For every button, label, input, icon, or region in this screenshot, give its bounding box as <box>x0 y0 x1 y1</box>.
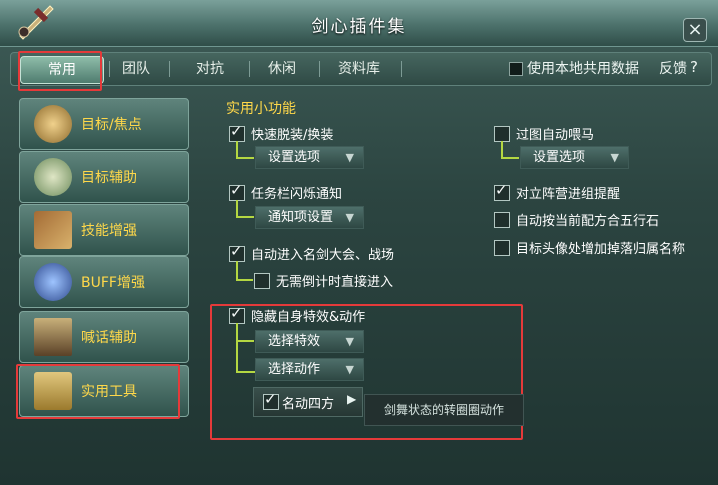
tooltip: 剑舞状态的转圈圈动作 <box>364 394 524 426</box>
tab-team[interactable]: 团队 <box>113 59 159 79</box>
skill-book-icon <box>34 211 72 249</box>
auto-combine-checkbox[interactable] <box>494 211 510 228</box>
section-title: 实用小功能 <box>226 101 296 117</box>
helper-character-icon <box>34 158 72 196</box>
auto-feed-checkbox[interactable] <box>494 125 510 142</box>
quick-swap-checkbox[interactable] <box>229 122 245 142</box>
hide-effects-checkbox[interactable] <box>229 304 245 324</box>
submenu-item-label: 名动四方 <box>282 397 335 412</box>
chevron-down-icon: ▼ <box>345 151 354 164</box>
notify-settings-dropdown[interactable]: 通知项设置 ▼ <box>255 206 364 229</box>
pvp-team-remind-option[interactable]: 对立阵营进组提醒 <box>494 181 620 202</box>
buff-character-icon <box>34 263 72 301</box>
chevron-right-icon: ▶ <box>347 392 357 406</box>
taskbar-flash-checkbox[interactable] <box>229 181 245 201</box>
tab-database[interactable]: 资料库 <box>327 59 391 79</box>
sidebar-item-label: BUFF增强 <box>81 275 145 291</box>
pvp-team-remind-checkbox[interactable] <box>494 181 510 201</box>
plugin-window: 剑心插件集 × 常用 团队 对抗 休闲 资料库 使用本地共用数据 反馈 ? 目标… <box>0 0 718 485</box>
window-title: 剑心插件集 <box>311 17 407 37</box>
sidebar-item-label: 目标/焦点 <box>81 117 142 133</box>
chevron-down-icon: ▼ <box>610 151 619 164</box>
highlight-tab-common <box>18 51 102 91</box>
gate-icon <box>34 318 72 356</box>
auto-enter-option[interactable]: 自动进入名剑大会、战场 <box>229 242 394 263</box>
sidebar-item-target-assist[interactable]: 目标辅助 <box>19 151 189 203</box>
title-bar[interactable]: 剑心插件集 × <box>0 0 718 47</box>
close-icon[interactable]: × <box>683 18 707 42</box>
feedback-link[interactable]: 反馈 <box>659 58 687 78</box>
sidebar-item-shout[interactable]: 喊话辅助 <box>19 311 189 363</box>
sidebar-item-target-focus[interactable]: 目标/焦点 <box>19 98 189 150</box>
chevron-down-icon: ▼ <box>345 363 354 376</box>
sidebar-item-label: 技能增强 <box>81 223 137 239</box>
select-effect-dropdown[interactable]: 选择特效 ▼ <box>255 330 364 353</box>
sidebar-item-buff[interactable]: BUFF增强 <box>19 256 189 308</box>
tab-pvp[interactable]: 对抗 <box>183 59 237 79</box>
select-action-dropdown[interactable]: 选择动作 ▼ <box>255 358 364 381</box>
help-icon[interactable]: ? <box>690 58 698 76</box>
action-submenu-item[interactable]: 名动四方 ▶ <box>253 387 363 417</box>
no-countdown-checkbox[interactable] <box>254 272 270 289</box>
shared-data-checkbox[interactable] <box>509 62 523 76</box>
feed-settings-dropdown[interactable]: 设置选项 ▼ <box>520 146 629 169</box>
sidebar-item-label: 目标辅助 <box>81 170 137 186</box>
target-warrior-icon <box>34 105 72 143</box>
drop-owner-option[interactable]: 目标头像处增加掉落归属名称 <box>494 238 685 257</box>
highlight-tools <box>16 364 180 419</box>
auto-combine-option[interactable]: 自动按当前配方合五行石 <box>494 210 659 229</box>
chevron-down-icon: ▼ <box>345 211 354 224</box>
drop-owner-checkbox[interactable] <box>494 239 510 256</box>
sidebar-item-skill-enhance[interactable]: 技能增强 <box>19 204 189 256</box>
chevron-down-icon: ▼ <box>345 335 354 348</box>
auto-enter-checkbox[interactable] <box>229 242 245 262</box>
no-countdown-option[interactable]: 无需倒计时直接进入 <box>254 271 393 290</box>
ming-dong-si-fang-checkbox[interactable] <box>263 390 279 410</box>
tab-leisure[interactable]: 休闲 <box>257 59 307 79</box>
shared-data-label: 使用本地共用数据 <box>527 61 639 77</box>
quick-swap-settings-dropdown[interactable]: 设置选项 ▼ <box>255 146 364 169</box>
sidebar-item-label: 喊话辅助 <box>81 330 137 346</box>
